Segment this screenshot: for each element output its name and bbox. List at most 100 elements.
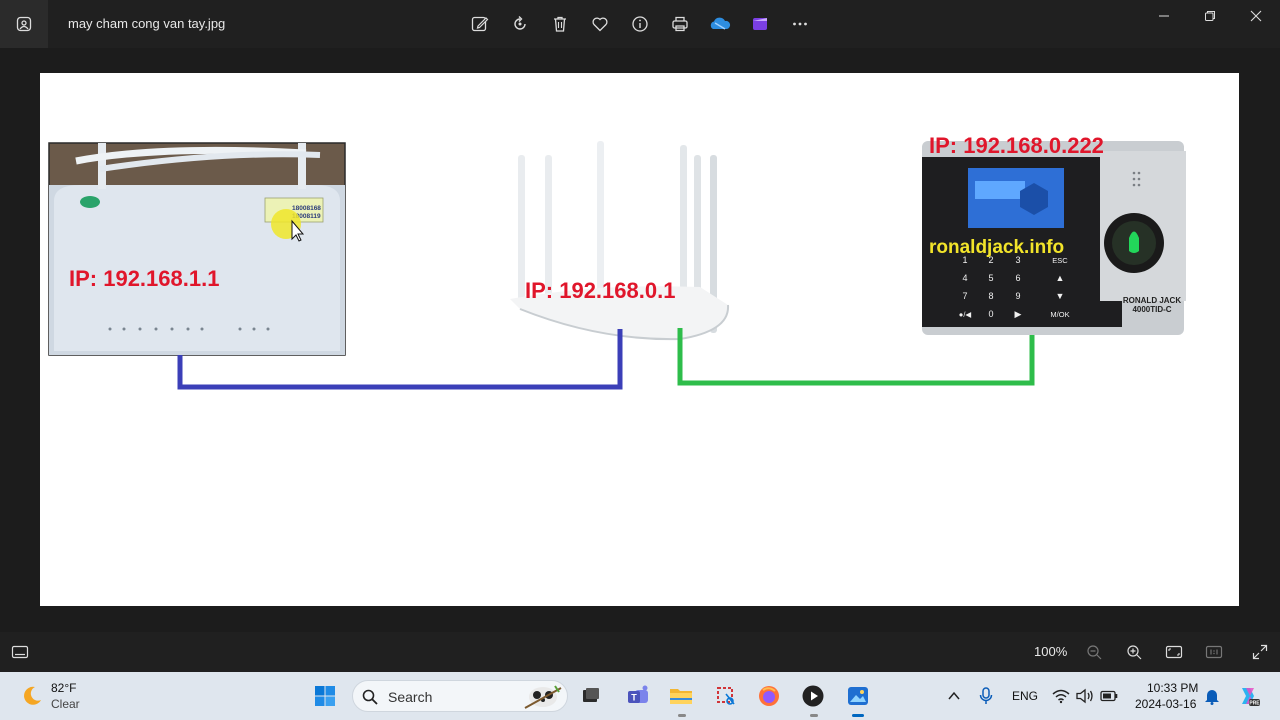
zoom-level[interactable]: 100% (1034, 644, 1067, 659)
keypad-key: 2 (988, 255, 993, 265)
search-highlight-icon (524, 685, 562, 709)
filmstrip-button[interactable] (4, 636, 36, 668)
file-info-button[interactable] (620, 4, 660, 44)
minimize-button[interactable] (1141, 0, 1187, 32)
photos-icon (848, 687, 868, 705)
modem-ip-label: IP: 192.168.1.1 (69, 266, 219, 291)
input-language[interactable]: ENG (1012, 689, 1038, 703)
fit-to-window-button[interactable] (1158, 636, 1190, 668)
close-button[interactable] (1233, 0, 1279, 32)
more-button[interactable] (780, 4, 820, 44)
favorite-button[interactable] (580, 4, 620, 44)
zoom-in-icon (1127, 645, 1142, 660)
taskbar-search-box[interactable]: Search (352, 680, 568, 712)
filmstrip-icon (11, 645, 29, 659)
close-icon (1250, 10, 1262, 22)
windows-taskbar: 82°F Clear Search T ENG 10:33 PM 2024-03… (0, 672, 1280, 720)
image-toolbar (460, 4, 820, 44)
fullscreen-button[interactable] (1244, 636, 1276, 668)
microphone-icon (979, 687, 993, 704)
keypad-key: 1 (962, 255, 967, 265)
weather-condition: Clear (51, 697, 80, 711)
keypad-key: ESC (1052, 256, 1068, 265)
clock-time[interactable]: 10:33 PM (1147, 681, 1198, 695)
keypad-key: 4 (962, 273, 967, 283)
brand-website-label: ronaldjack.info (929, 237, 1064, 258)
folder-icon (670, 689, 692, 704)
task-view-button[interactable] (575, 680, 607, 712)
onedrive-button[interactable] (700, 4, 740, 44)
moon-icon (24, 686, 41, 705)
wifi-icon (1052, 689, 1070, 704)
copilot-button[interactable]: PRE (1232, 680, 1264, 712)
firefox-icon (759, 686, 779, 706)
firefox-button[interactable] (753, 680, 785, 712)
keypad-key: ▶ (1015, 309, 1022, 319)
running-indicator-photos (852, 714, 864, 717)
more-icon (793, 22, 807, 26)
device-ip-label: IP: 192.168.0.222 (929, 133, 1104, 158)
device-model-label: 4000TID-C (1132, 305, 1171, 314)
info-icon (632, 16, 648, 32)
file-explorer-button[interactable] (665, 680, 697, 712)
keypad-key: 5 (988, 273, 993, 283)
windows-logo-icon (315, 686, 335, 706)
keypad-key: 8 (988, 291, 993, 301)
keypad-key: ▼ (1056, 291, 1065, 301)
keypad-key: M/OK (1050, 310, 1069, 319)
expand-icon (1252, 644, 1268, 660)
clipchamp-button[interactable] (740, 4, 780, 44)
edit-image-button[interactable] (460, 4, 500, 44)
clipchamp-icon (753, 18, 767, 30)
heart-icon (592, 17, 608, 32)
actual-size-button[interactable] (1198, 636, 1230, 668)
keypad-key: 7 (962, 291, 967, 301)
photo-view[interactable]: 18008168 18008119 IP: 192.168.1.1 IP: 19… (40, 73, 1239, 606)
battery-button[interactable] (1093, 680, 1125, 712)
svg-text:PRE: PRE (1249, 701, 1260, 707)
photos-button[interactable] (842, 680, 874, 712)
zoom-out-button[interactable] (1078, 636, 1110, 668)
snipping-tool-button[interactable] (710, 680, 742, 712)
keypad-key: ▲ (1056, 273, 1065, 283)
snipping-tool-icon (717, 687, 735, 705)
start-button[interactable] (309, 680, 341, 712)
window-title: may cham cong van tay.jpg (68, 16, 226, 31)
weather-temperature: 82°F (51, 681, 77, 695)
teams-button[interactable]: T (622, 680, 654, 712)
search-label: Search (388, 689, 433, 705)
wifi-router: IP: 192.168.0.1 (510, 141, 730, 341)
rotate-button[interactable] (500, 4, 540, 44)
router-device-cable (677, 328, 1035, 386)
network-diagram-image: 18008168 18008119 IP: 192.168.1.1 IP: 19… (48, 133, 1186, 390)
speaker-icon (1076, 688, 1093, 704)
zoom-in-button[interactable] (1118, 636, 1150, 668)
actual-size-icon (1205, 645, 1223, 659)
title-bar: may cham cong van tay.jpg (0, 0, 1280, 48)
play-icon (802, 685, 824, 707)
delete-button[interactable] (540, 4, 580, 44)
bell-icon (1205, 690, 1219, 705)
weather-widget[interactable] (16, 680, 48, 712)
router-ip-label: IP: 192.168.0.1 (525, 278, 675, 303)
modem-photo: 18008168 18008119 IP: 192.168.1.1 (48, 142, 346, 356)
teams-icon: T (628, 685, 648, 703)
notifications-button[interactable] (1196, 680, 1228, 712)
microphone-button[interactable] (970, 680, 1002, 712)
trash-icon (554, 16, 566, 32)
edit-image-icon (471, 16, 489, 32)
battery-icon (1100, 690, 1118, 702)
show-hidden-icons-button[interactable] (938, 680, 970, 712)
clock-date[interactable]: 2024-03-16 (1135, 697, 1196, 711)
keypad-key: 0 (988, 309, 993, 319)
modem-sticker-line1: 18008168 (292, 205, 321, 212)
onedrive-cloud-icon (710, 17, 731, 30)
keypad-key: ●/◀ (959, 310, 973, 319)
restore-button[interactable] (1187, 0, 1233, 32)
media-player-button[interactable] (797, 680, 829, 712)
print-button[interactable] (660, 4, 700, 44)
chevron-up-icon (948, 691, 960, 700)
restore-icon (1205, 11, 1215, 21)
photos-app-icon[interactable] (0, 0, 48, 48)
running-indicator-explorer (678, 714, 686, 717)
